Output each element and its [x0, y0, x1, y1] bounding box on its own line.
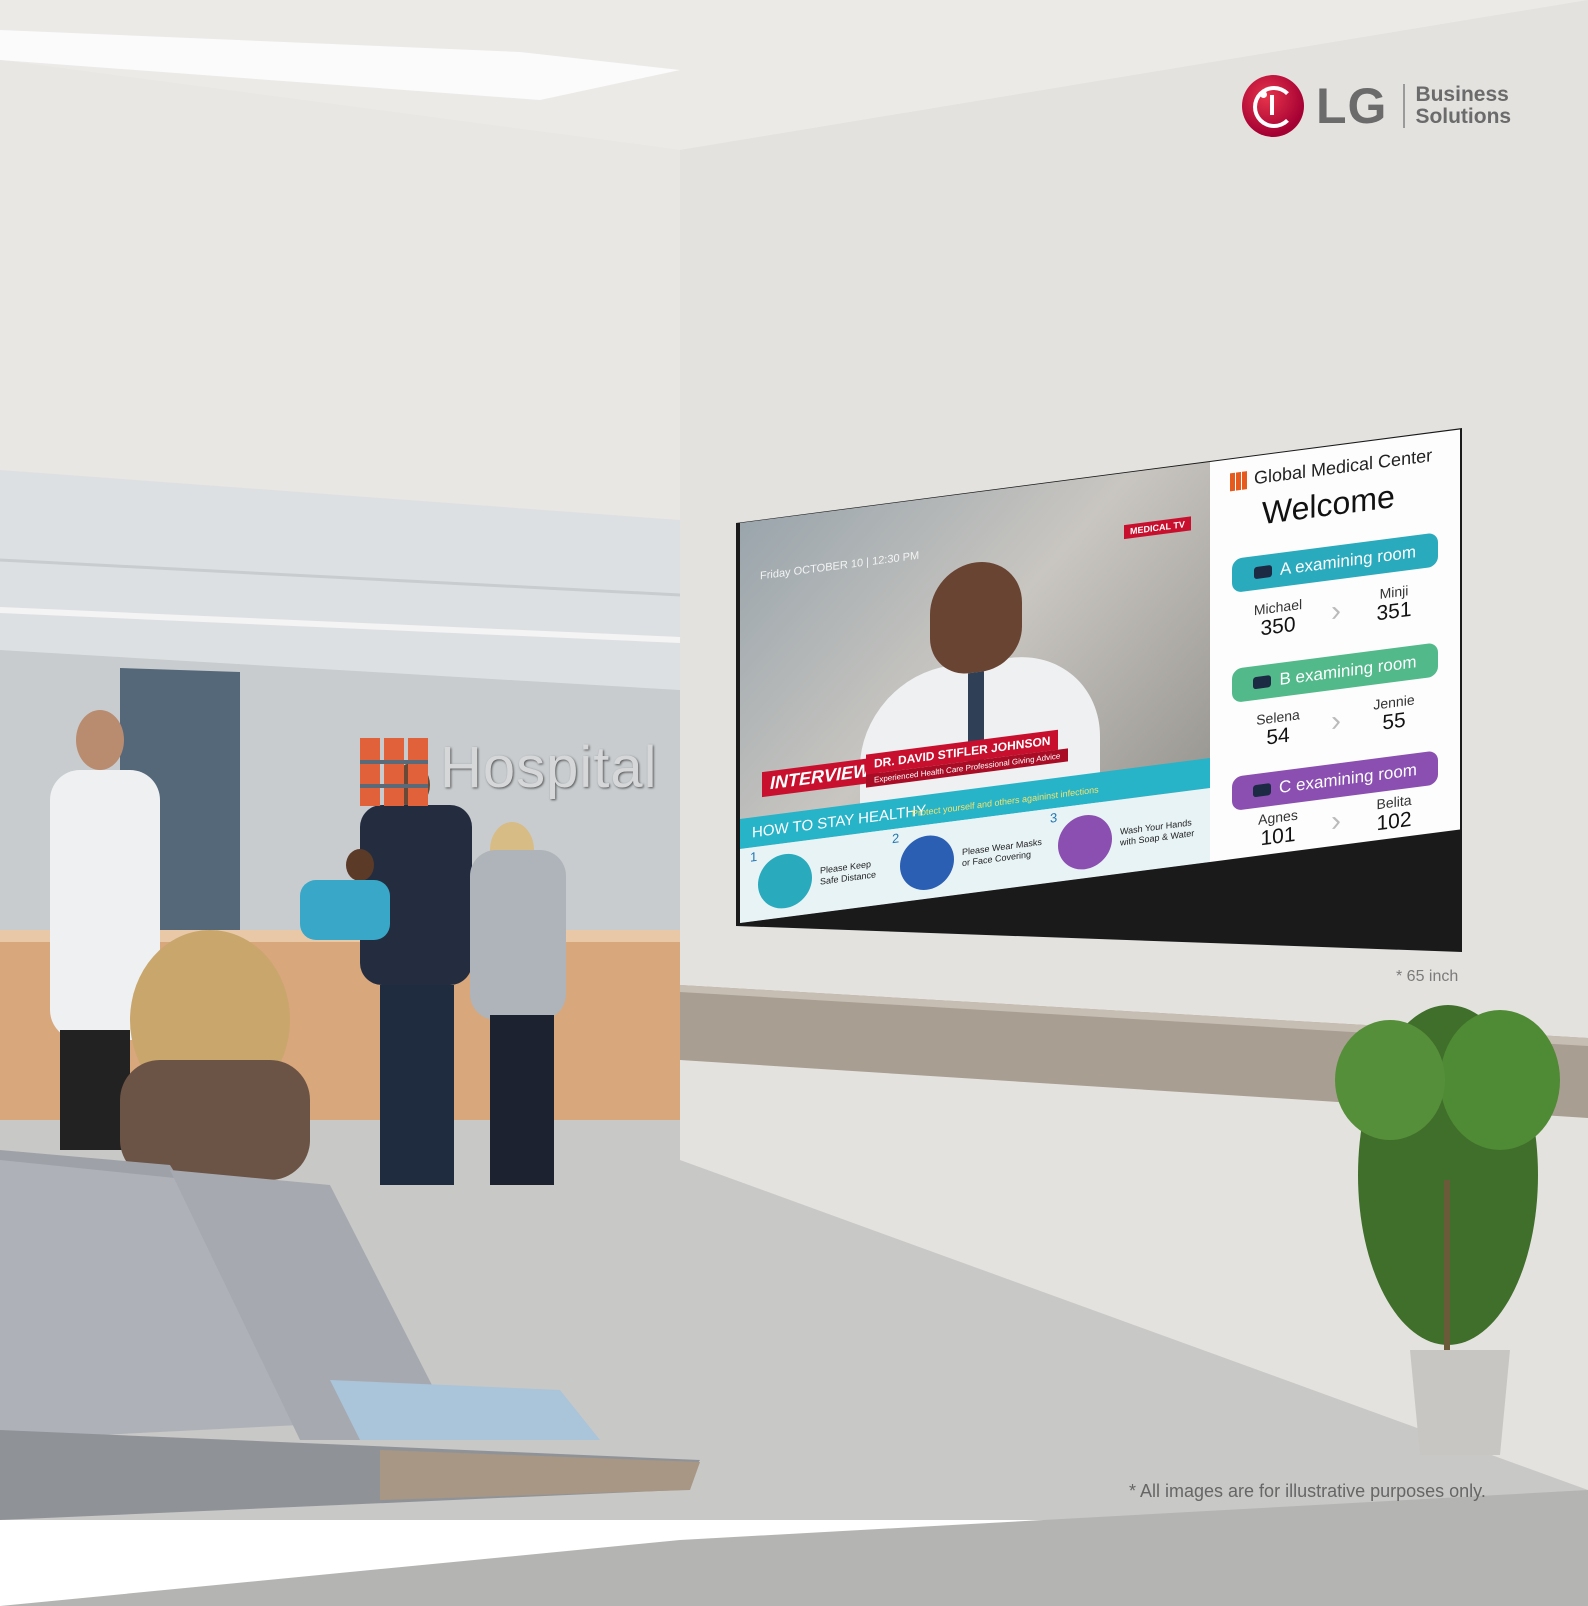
- distance-icon: [758, 850, 812, 912]
- current-patient: Michael 350: [1246, 595, 1310, 649]
- screen-size-note: * 65 inch: [1396, 968, 1459, 985]
- next-patient: Minji 351: [1362, 580, 1426, 634]
- channel-badge: MEDICAL TV: [1124, 516, 1191, 540]
- hospital-lobby-scene: Hospital LG Business Solutions Friday OC…: [0, 0, 1588, 1606]
- room-b-label: B examining room: [1279, 652, 1417, 689]
- bed-icon: [1253, 783, 1272, 798]
- current-patient: Selena 54: [1246, 705, 1310, 759]
- tip-text: Wash Your Hands with Soap & Water: [1120, 817, 1195, 848]
- chevron-right-icon: ›: [1331, 803, 1341, 839]
- chat-icon: [1253, 564, 1272, 580]
- tip-text: Please Wear Masks or Face Covering: [962, 836, 1042, 869]
- tip-number: 3: [1050, 809, 1058, 826]
- welcome-heading: Welcome: [1262, 477, 1395, 532]
- tip-number: 1: [750, 848, 758, 865]
- tip-text: Please Keep Safe Distance: [820, 858, 877, 887]
- brand-subtitle: Business Solutions: [1415, 84, 1511, 128]
- brand-subtitle-line2: Solutions: [1415, 105, 1512, 128]
- syringe-icon: [1253, 674, 1272, 690]
- brand-name: LG: [1316, 78, 1388, 134]
- chevron-right-icon: ›: [1331, 593, 1341, 629]
- hospital-sign-logo: [360, 738, 428, 806]
- mask-icon: [900, 832, 954, 894]
- queue-panel: Global Medical Center Welcome A examinin…: [1210, 429, 1460, 862]
- room-a-queue: Michael 350 › Minji 351: [1246, 580, 1426, 649]
- chevron-right-icon: ›: [1331, 703, 1341, 739]
- tip-number: 2: [892, 830, 900, 847]
- center-logo-icon: [1230, 471, 1248, 492]
- lg-face-icon: [1242, 75, 1304, 137]
- room-b-queue: Selena 54 › Jennie 55: [1246, 690, 1426, 759]
- brand-subtitle-line1: Business: [1415, 83, 1509, 106]
- next-patient: Jennie 55: [1362, 690, 1426, 744]
- illustrative-disclaimer: * All images are for illustrative purpos…: [1129, 1481, 1486, 1501]
- lg-logo: LG Business Solutions: [1242, 74, 1522, 138]
- room-a-label: A examining room: [1279, 542, 1417, 579]
- handwash-icon: [1058, 811, 1112, 873]
- hospital-wall-sign: Hospital: [440, 735, 658, 800]
- current-patient: Agnes 101: [1246, 805, 1310, 859]
- next-patient: Belita 102: [1362, 790, 1426, 844]
- logo-divider: [1403, 84, 1406, 128]
- room-c-label: C examining room: [1279, 760, 1417, 797]
- broadcast-panel: Friday OCTOBER 10 | 12:30 PM MEDICAL TV …: [740, 461, 1210, 923]
